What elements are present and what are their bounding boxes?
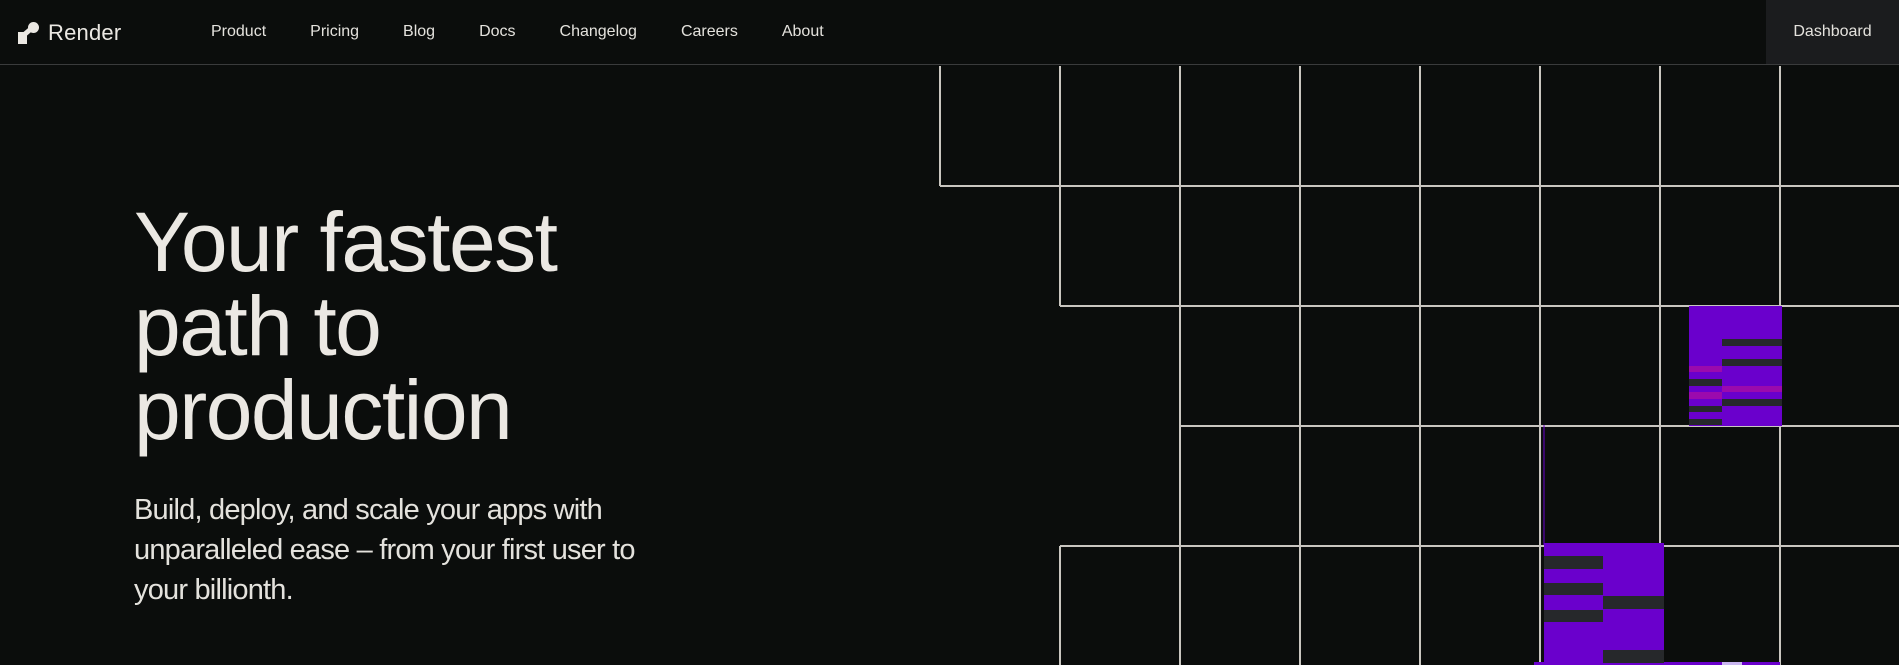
bar-dark	[1689, 406, 1722, 412]
bar-magenta	[1689, 366, 1722, 372]
purple-activity-block-1	[1689, 306, 1782, 426]
bar-magenta	[1722, 386, 1782, 392]
decorative-grid	[939, 66, 1899, 665]
bar-dark	[1603, 596, 1664, 609]
bar-magenta	[1689, 392, 1722, 399]
bar-dark	[1544, 556, 1603, 569]
bar-dark	[1689, 379, 1722, 386]
bar-dark	[1544, 610, 1603, 622]
bar-dark	[1722, 359, 1782, 366]
bar-dark	[1603, 650, 1664, 663]
bar-dark	[1689, 419, 1722, 425]
bar-dark	[1722, 399, 1782, 406]
bar-dark	[1722, 339, 1782, 346]
bar-dark	[1544, 583, 1603, 595]
